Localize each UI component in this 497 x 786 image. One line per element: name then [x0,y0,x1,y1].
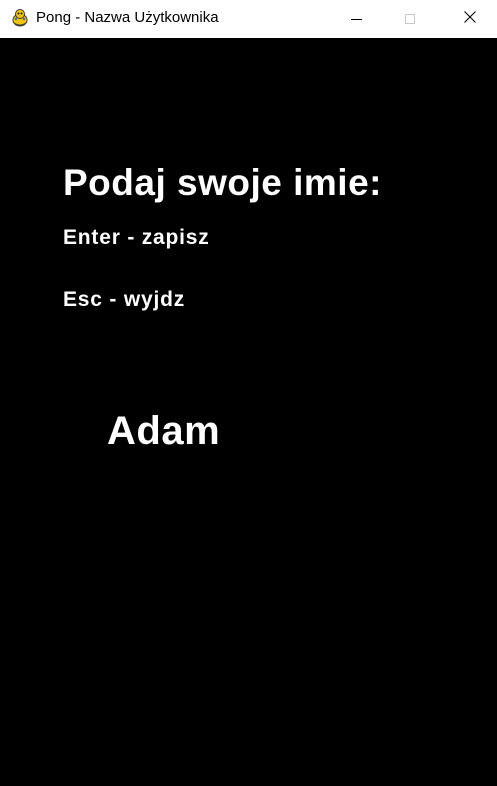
minimize-button[interactable] [333,0,379,38]
name-prompt-heading: Podaj swoje imie: [63,162,382,203]
username-input-text[interactable]: Adam [107,409,220,454]
pygame-snake-icon [10,8,30,28]
hint-esc-exit: Esc - wyjdz [63,288,186,311]
window-title: Pong - Nazwa Użytkownika [36,9,219,26]
game-canvas[interactable]: Podaj swoje imie: Enter - zapisz Esc - w… [0,38,497,786]
close-icon [464,10,476,28]
close-button[interactable] [447,0,493,38]
hint-enter-save: Enter - zapisz [63,226,210,249]
app-window: Pong - Nazwa Użytkownika Podaj swoje imi… [0,0,497,786]
maximize-icon [405,14,415,24]
minimize-icon [350,18,362,20]
title-bar[interactable]: Pong - Nazwa Użytkownika [0,0,497,38]
maximize-button[interactable] [387,0,433,38]
